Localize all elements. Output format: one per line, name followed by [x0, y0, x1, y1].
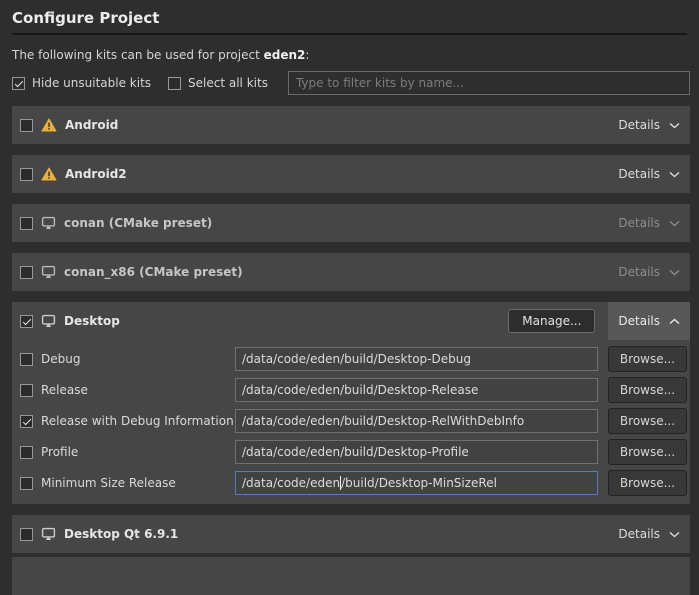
build-config-row-debug: Debug Browse... — [20, 347, 687, 371]
browse-button[interactable]: Browse... — [608, 377, 687, 403]
filter-bar: Hide unsuitable kits Select all kits — [12, 71, 690, 95]
select-all-kits-checkbox[interactable]: Select all kits — [168, 76, 268, 90]
checkbox-icon[interactable] — [12, 77, 25, 90]
details-toggle[interactable]: Details — [608, 515, 690, 553]
warning-icon — [41, 167, 57, 181]
intro-text: The following kits can be used for proje… — [12, 48, 687, 62]
computer-icon — [41, 527, 56, 541]
computer-icon — [41, 265, 56, 279]
kit-row-desktop-qt[interactable]: Desktop Qt 6.9.1 Details — [12, 515, 690, 553]
manage-kits-button[interactable]: Manage... — [508, 309, 595, 333]
select-all-kits-label: Select all kits — [188, 76, 268, 90]
kit-name: Desktop — [64, 314, 120, 328]
title-separator — [12, 33, 687, 35]
browse-button[interactable]: Browse... — [608, 408, 687, 434]
config-label: Profile — [41, 445, 235, 459]
chevron-down-icon — [669, 122, 680, 129]
page-title: Configure Project — [12, 9, 687, 27]
config-checkbox[interactable] — [20, 353, 33, 366]
chevron-down-icon — [669, 171, 680, 178]
hide-unsuitable-kits-label: Hide unsuitable kits — [32, 76, 151, 90]
kit-row-clipped[interactable] — [12, 557, 690, 595]
hide-unsuitable-kits-checkbox[interactable]: Hide unsuitable kits — [12, 76, 151, 90]
kit-row-conan[interactable]: conan (CMake preset) Details — [12, 204, 690, 242]
browse-button[interactable]: Browse... — [608, 439, 687, 465]
chevron-down-icon — [669, 220, 680, 227]
computer-icon — [41, 216, 56, 230]
kit-name: Android — [65, 118, 118, 132]
kit-name: Desktop Qt 6.9.1 — [64, 527, 178, 541]
kit-name: conan_x86 (CMake preset) — [64, 265, 243, 279]
warning-icon — [41, 118, 57, 132]
kit-checkbox[interactable] — [20, 119, 33, 132]
kit-checkbox[interactable] — [20, 168, 33, 181]
computer-icon — [41, 314, 56, 328]
build-config-row-release: Release Browse... — [20, 378, 687, 402]
config-checkbox[interactable] — [20, 446, 33, 459]
config-label: Release with Debug Information — [41, 414, 235, 428]
config-label: Release — [41, 383, 235, 397]
kit-checkbox[interactable] — [20, 266, 33, 279]
chevron-up-icon — [669, 318, 680, 325]
details-toggle[interactable]: Details — [608, 106, 690, 144]
kit-checkbox[interactable] — [20, 217, 33, 230]
page-header: Configure Project — [0, 0, 699, 35]
config-label: Debug — [41, 352, 235, 366]
project-name: eden2 — [264, 48, 306, 62]
details-toggle[interactable]: Details — [608, 302, 690, 340]
kit-filter-input[interactable] — [288, 71, 690, 95]
details-toggle[interactable]: Details — [608, 155, 690, 193]
details-toggle[interactable]: Details — [608, 253, 690, 291]
config-label: Minimum Size Release — [41, 476, 235, 490]
build-dir-input[interactable] — [235, 347, 598, 371]
kit-row-android2[interactable]: Android2 Details — [12, 155, 690, 193]
build-config-row-profile: Profile Browse... — [20, 440, 687, 464]
kit-name: conan (CMake preset) — [64, 216, 212, 230]
build-dir-input[interactable] — [235, 440, 598, 464]
build-config-list: Debug Browse... Release Browse... Releas… — [12, 347, 690, 504]
kit-checkbox[interactable] — [20, 528, 33, 541]
build-config-row-relwithdebinfo: Release with Debug Information Browse... — [20, 409, 687, 433]
browse-button[interactable]: Browse... — [608, 346, 687, 372]
chevron-down-icon — [669, 269, 680, 276]
details-toggle[interactable]: Details — [608, 204, 690, 242]
kit-row-android[interactable]: Android Details — [12, 106, 690, 144]
kit-checkbox[interactable] — [20, 315, 33, 328]
kit-row-conan-x86[interactable]: conan_x86 (CMake preset) Details — [12, 253, 690, 291]
kit-row-desktop[interactable]: Desktop Manage... Details Debug Browse..… — [12, 302, 690, 504]
config-checkbox[interactable] — [20, 415, 33, 428]
checkbox-icon[interactable] — [168, 77, 181, 90]
config-checkbox[interactable] — [20, 477, 33, 490]
chevron-down-icon — [669, 531, 680, 538]
kit-list: Android Details Android2 Details — [12, 106, 690, 595]
browse-button[interactable]: Browse... — [608, 470, 687, 496]
build-dir-input[interactable] — [235, 378, 598, 402]
config-checkbox[interactable] — [20, 384, 33, 397]
build-config-row-minsizerel: Minimum Size Release /data/code/eden/bui… — [20, 471, 687, 495]
build-dir-input-focused[interactable]: /data/code/eden/build/Desktop-MinSizeRel — [235, 471, 598, 495]
kit-name: Android2 — [65, 167, 127, 181]
build-dir-input[interactable] — [235, 409, 598, 433]
